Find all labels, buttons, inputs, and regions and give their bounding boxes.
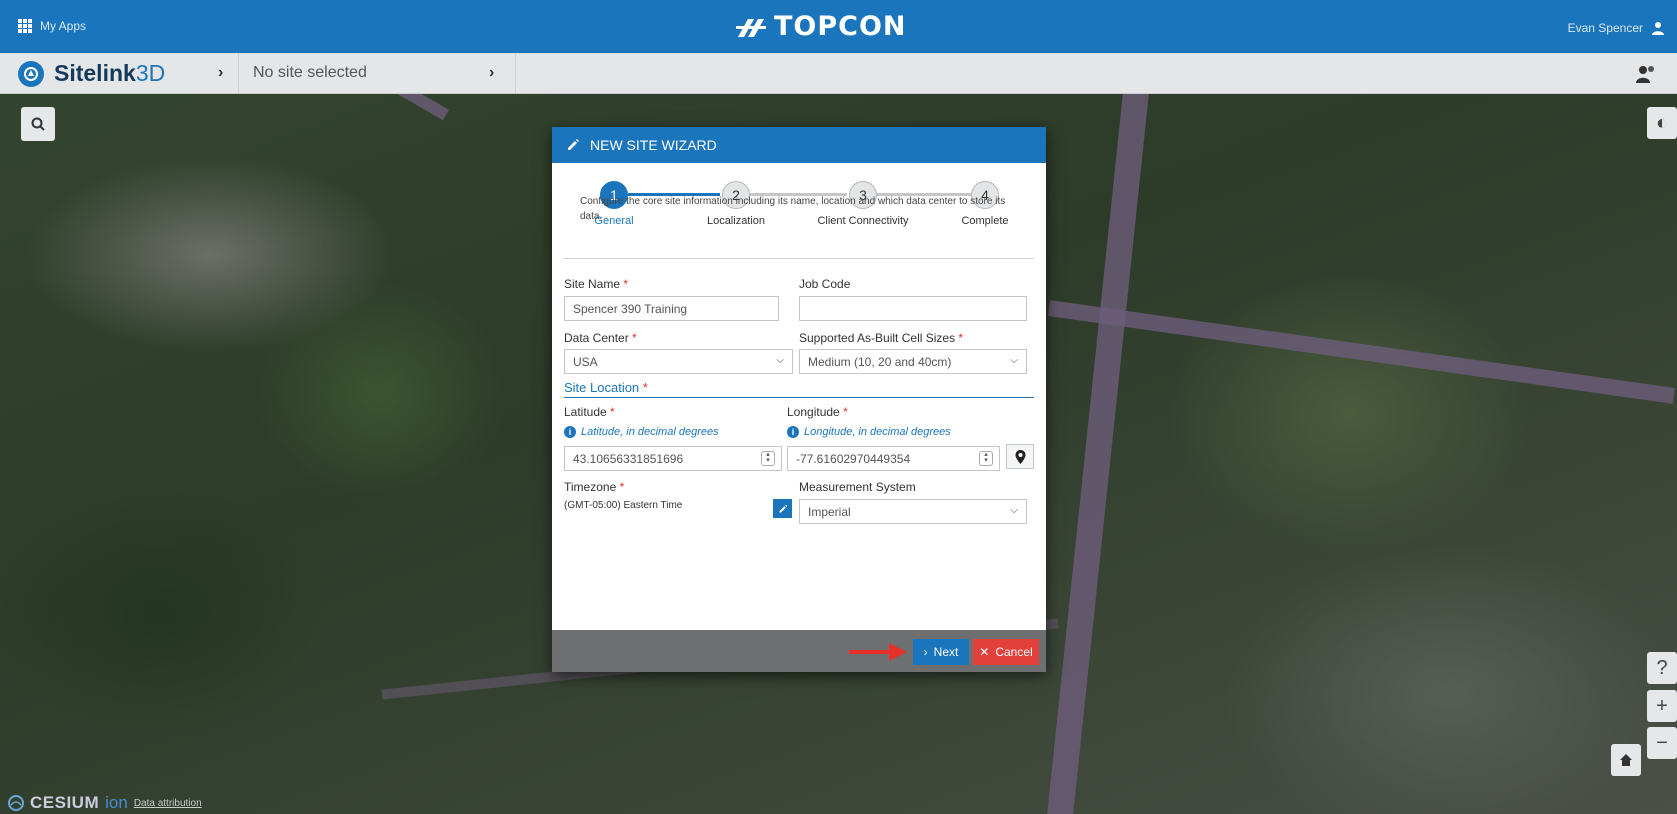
timezone-label: Timezone *	[564, 480, 625, 494]
spinner-icon[interactable]: ▴ ▾	[761, 451, 775, 466]
info-icon: i	[787, 426, 799, 438]
sitelink-logo-icon	[18, 60, 44, 87]
map-road	[391, 94, 449, 121]
map-road	[1047, 300, 1676, 404]
step-description: Configure the core site information incl…	[580, 196, 1006, 222]
map-search-button[interactable]	[21, 107, 55, 141]
site-name-input[interactable]: Spencer 390 Training	[564, 296, 779, 321]
map-pin-icon	[1015, 449, 1025, 464]
job-code-input[interactable]	[799, 296, 1027, 321]
user-icon	[1652, 22, 1664, 35]
new-site-wizard-dialog: NEW SITE WIZARD 1 2 3 4 General Localiza…	[552, 127, 1046, 672]
site-location-heading: Site Location *	[564, 380, 648, 395]
latitude-hint: i Latitude, in decimal degrees	[564, 426, 719, 438]
user-name: Evan Spencer	[1567, 21, 1643, 35]
topcon-logo: TOPCON	[734, 11, 907, 42]
latitude-input[interactable]: 43.10656331851696 ▴ ▾	[564, 446, 782, 471]
top-bar: My Apps TOPCON Evan Spencer	[0, 0, 1677, 53]
cell-sizes-label: Supported As-Built Cell Sizes *	[799, 331, 964, 345]
map-road	[1047, 94, 1149, 814]
info-icon: i	[564, 426, 576, 438]
topcon-mark-icon	[736, 18, 766, 37]
measurement-system-select[interactable]: Imperial ⌵	[799, 499, 1027, 524]
pencil-icon	[568, 139, 579, 150]
app-name: Sitelink3D	[54, 60, 166, 86]
cesium-label: CESIUM	[30, 793, 100, 812]
sitelink3d-brand[interactable]: Sitelink3D	[18, 60, 165, 87]
cell-sizes-select[interactable]: Medium (10, 20 and 40cm) ⌵	[799, 349, 1027, 374]
cesium-attribution: CESIUM ion Data attribution	[8, 793, 202, 813]
site-selector[interactable]: No site selected	[238, 53, 516, 93]
section-divider	[564, 397, 1034, 398]
edit-timezone-button[interactable]	[773, 499, 792, 518]
latitude-label: Latitude *	[564, 405, 615, 419]
spinner-icon[interactable]: ▴ ▾	[979, 451, 993, 466]
longitude-label: Longitude *	[787, 405, 848, 419]
pick-location-button[interactable]	[1006, 444, 1034, 469]
help-button[interactable]: ?	[1647, 652, 1677, 684]
zoom-in-button[interactable]: +	[1647, 690, 1677, 722]
site-selector-chevron-icon[interactable]: ›	[489, 64, 494, 82]
measurement-system-label: Measurement System	[799, 480, 916, 494]
topcon-logo-text: TOPCON	[774, 11, 907, 42]
pencil-icon	[778, 504, 787, 513]
longitude-input[interactable]: -77.61602970449354 ▴ ▾	[787, 446, 1000, 471]
job-code-label: Job Code	[799, 277, 851, 291]
next-button[interactable]: › Next	[913, 639, 969, 665]
plus-icon: +	[1656, 694, 1668, 717]
longitude-hint: i Longitude, in decimal degrees	[787, 426, 951, 438]
home-icon	[1620, 754, 1632, 766]
divider	[564, 258, 1034, 259]
annotation-arrow-icon	[849, 643, 907, 661]
chevron-down-icon: ⌵	[1010, 505, 1018, 516]
data-center-select[interactable]: USA ⌵	[564, 349, 793, 374]
site-name-label: Site Name *	[564, 277, 629, 291]
wizard-footer: › Next ✕ Cancel	[552, 630, 1046, 672]
chevron-down-icon: ⌵	[776, 355, 784, 366]
chevron-down-icon: ⌵	[1010, 355, 1018, 366]
data-center-label: Data Center *	[564, 331, 637, 345]
chevron-right-icon: ›	[218, 64, 224, 81]
site-selector-label: No site selected	[253, 64, 367, 81]
timezone-value: (GMT-05:00) Eastern Time	[564, 500, 683, 511]
data-attribution-link[interactable]: Data attribution	[134, 798, 202, 809]
cesium-ion-label: ion	[105, 793, 128, 812]
my-apps-button[interactable]: My Apps	[18, 19, 86, 33]
wizard-header: NEW SITE WIZARD	[552, 127, 1046, 163]
user-menu[interactable]: Evan Spencer	[1568, 21, 1665, 35]
home-view-button[interactable]	[1611, 744, 1641, 776]
close-icon: ✕	[979, 645, 990, 659]
globe-button[interactable]: ◐	[1647, 107, 1677, 139]
search-icon	[31, 117, 45, 131]
site-bar: Sitelink3D › No site selected ›	[0, 53, 1677, 94]
cancel-button[interactable]: ✕ Cancel	[973, 639, 1039, 665]
help-icon: ?	[1656, 656, 1668, 679]
apps-grid-icon	[18, 19, 32, 33]
my-apps-label: My Apps	[40, 19, 87, 33]
minus-icon: −	[1656, 731, 1668, 754]
cesium-logo-icon	[8, 795, 24, 811]
chevron-right-icon: ›	[923, 645, 928, 659]
globe-icon: ◐	[1655, 111, 1669, 134]
users-icon[interactable]	[1635, 64, 1657, 89]
wizard-title: NEW SITE WIZARD	[590, 137, 717, 153]
zoom-out-button[interactable]: −	[1647, 727, 1677, 759]
